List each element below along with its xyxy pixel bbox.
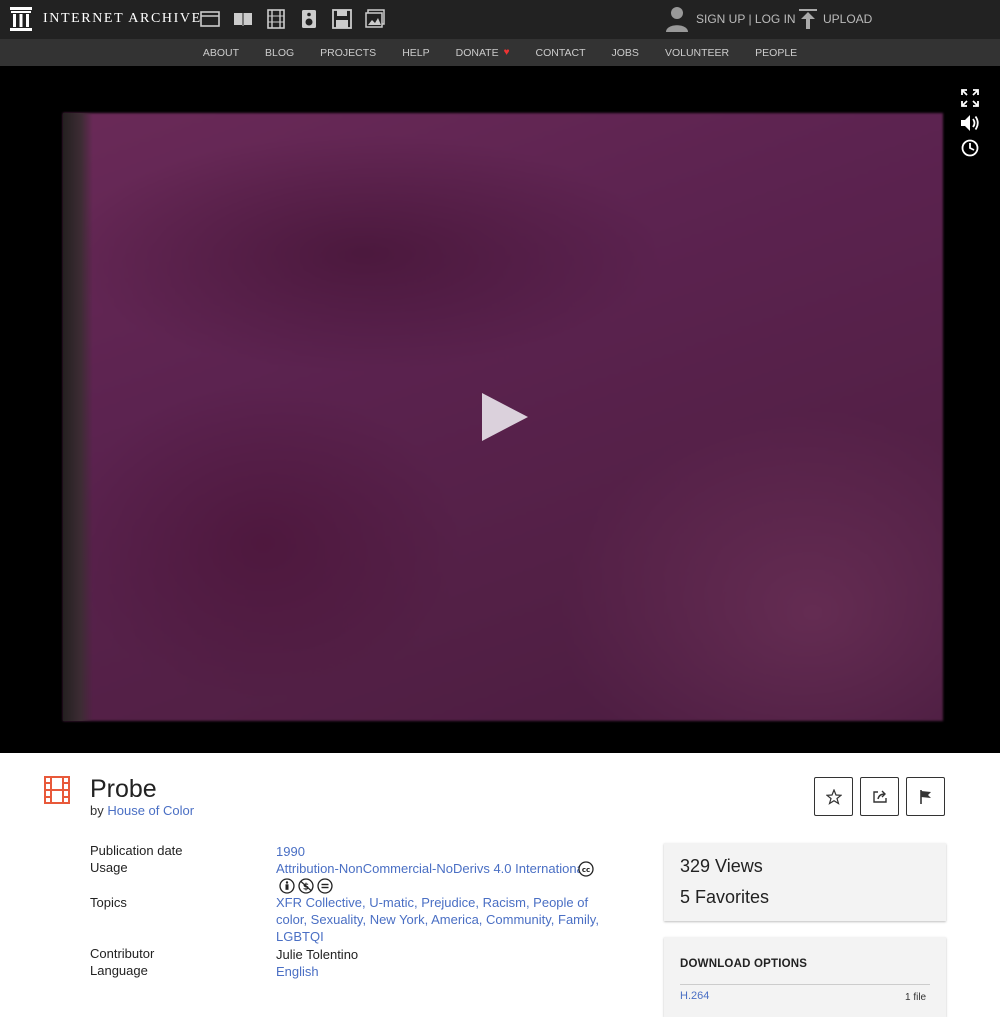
language-link[interactable]: English [276, 963, 319, 980]
favorites-count: 5 Favorites [680, 887, 770, 907]
nav-jobs[interactable]: JOBS [612, 47, 639, 59]
nav-volunteer[interactable]: VOLUNTEER [665, 47, 729, 59]
topics-links[interactable]: XFR Collective, U-matic, Prejudice, Raci… [276, 894, 606, 945]
license-icons: $ [279, 878, 333, 894]
texts-icon[interactable] [233, 9, 253, 29]
item-byline: by House of Color [90, 803, 194, 818]
video-icon[interactable] [266, 9, 286, 29]
sign-up-log-in-link[interactable]: SIGN UP | LOG IN [696, 12, 796, 26]
audio-icon[interactable] [299, 9, 319, 29]
top-bar: INTERNET ARCHIVE SIGN UP | LOG IN UPLOAD [0, 0, 1000, 39]
web-icon[interactable] [200, 9, 220, 29]
download-file-count: 1 file [905, 992, 927, 1003]
upload-area[interactable]: UPLOAD [799, 9, 872, 29]
upload-icon [799, 9, 817, 29]
fullscreen-icon[interactable] [960, 88, 980, 108]
archive-building-icon [10, 7, 32, 31]
software-icon[interactable] [332, 9, 352, 29]
video-frame-edge [63, 113, 93, 721]
cc-icon[interactable]: cc [578, 861, 594, 882]
user-icon [666, 7, 688, 32]
views-count: 329 Views [680, 856, 763, 876]
share-button[interactable] [860, 777, 899, 816]
cc-nc-icon[interactable]: $ [298, 878, 314, 894]
language-label: Language [90, 963, 148, 978]
account-area[interactable]: SIGN UP | LOG IN [666, 6, 796, 32]
play-button[interactable] [482, 393, 528, 441]
flag-button[interactable] [906, 777, 945, 816]
item-stats-panel: 329 Views 5 Favorites [664, 843, 946, 921]
nav-donate-label: DONATE [455, 46, 499, 59]
clock-icon[interactable] [960, 138, 980, 158]
topics-label: Topics [90, 895, 127, 910]
usage-license-link[interactable]: Attribution-NonCommercial-NoDerivs 4.0 I… [276, 860, 587, 877]
star-icon [825, 788, 842, 805]
download-options-panel: DOWNLOAD OPTIONS H.264 1 file [664, 937, 946, 1017]
nav-contact[interactable]: CONTACT [536, 47, 586, 59]
publication-date-value[interactable]: 1990 [276, 843, 305, 860]
sub-nav: ABOUT BLOG PROJECTS HELP DONATE ♥ CONTACT… [0, 39, 1000, 66]
usage-label: Usage [90, 860, 128, 875]
flag-icon [919, 789, 931, 804]
share-icon [872, 790, 887, 803]
creator-link[interactable]: House of Color [107, 803, 194, 818]
nav-about[interactable]: ABOUT [203, 47, 239, 59]
contributor-label: Contributor [90, 946, 155, 961]
images-icon[interactable] [365, 9, 385, 29]
volume-icon[interactable] [960, 113, 980, 133]
upload-link[interactable]: UPLOAD [823, 12, 872, 26]
publication-date-label: Publication date [90, 843, 183, 858]
cc-by-icon[interactable] [279, 878, 295, 894]
item-title: Probe [90, 775, 157, 803]
nav-help[interactable]: HELP [402, 47, 429, 59]
contributor-value: Julie Tolentino [276, 947, 359, 962]
download-options-heading: DOWNLOAD OPTIONS [680, 958, 808, 970]
video-player[interactable] [0, 66, 1000, 753]
by-prefix: by [90, 803, 104, 818]
nav-people[interactable]: PEOPLE [755, 47, 797, 59]
movie-film-icon [44, 776, 70, 809]
divider [680, 984, 930, 985]
media-type-nav [200, 9, 385, 29]
nav-donate[interactable]: DONATE ♥ [456, 47, 510, 59]
download-format-link[interactable]: H.264 [680, 990, 709, 1002]
nav-projects[interactable]: PROJECTS [320, 47, 376, 59]
heart-icon: ♥ [503, 47, 510, 58]
svg-text:cc: cc [582, 866, 590, 874]
logo-text: INTERNET ARCHIVE [43, 11, 202, 26]
favorite-button[interactable] [814, 777, 853, 816]
nav-blog[interactable]: BLOG [265, 47, 294, 59]
internet-archive-logo[interactable]: INTERNET ARCHIVE [10, 7, 202, 31]
cc-nd-icon[interactable] [317, 878, 333, 894]
